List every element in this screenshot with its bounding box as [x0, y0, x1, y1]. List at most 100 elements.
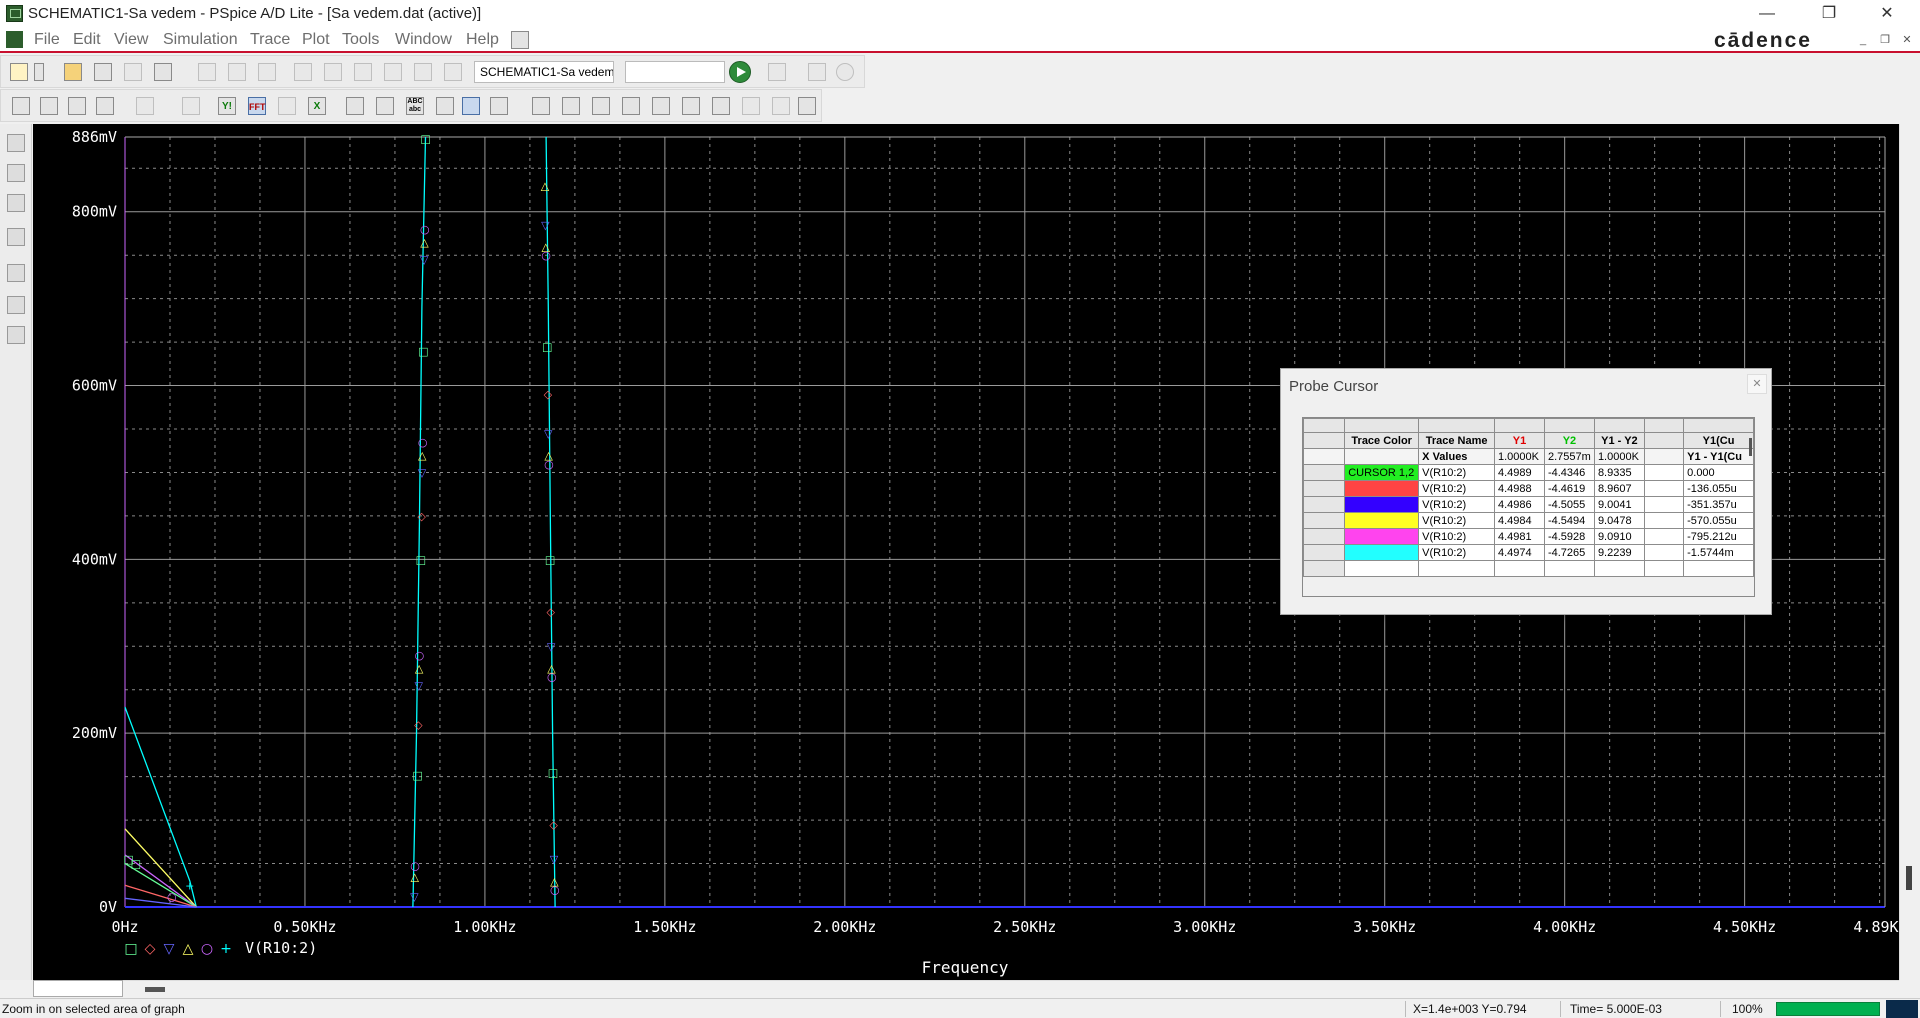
cursor-search-icon[interactable]: [711, 96, 731, 116]
bias-icon[interactable]: [413, 62, 433, 82]
probe-column-header[interactable]: Y2: [1543, 432, 1595, 449]
new-profile-icon[interactable]: [93, 62, 113, 82]
add-trace-icon[interactable]: [345, 96, 365, 116]
menu-trace[interactable]: Trace: [250, 31, 290, 49]
log-y-icon[interactable]: [181, 96, 201, 116]
netlist-icon[interactable]: [443, 62, 463, 82]
legend-marker[interactable]: △: [183, 941, 194, 957]
probe-window-icon[interactable]: [7, 134, 25, 152]
probe-cursor-close-button[interactable]: ✕: [1747, 374, 1767, 394]
export-excel-icon[interactable]: X: [307, 96, 327, 116]
probe-grid-vscroll[interactable]: [1749, 438, 1752, 456]
probe-row-header[interactable]: [1303, 544, 1346, 561]
mdi-restore-button[interactable]: ❐: [1878, 33, 1892, 47]
y-axis-settings-icon[interactable]: Y!: [217, 96, 237, 116]
zoom-fit-icon[interactable]: [11, 96, 31, 116]
probe-row-header[interactable]: [1303, 528, 1346, 545]
mark-data-icon[interactable]: [435, 96, 455, 116]
probe-column-header[interactable]: Y1 - Y2: [1593, 432, 1645, 449]
trace-color-swatch[interactable]: [1344, 512, 1420, 529]
probe-column-header[interactable]: Y1(Cu: [1683, 432, 1754, 449]
redo-icon[interactable]: [323, 62, 343, 82]
performance-analysis-icon[interactable]: [277, 96, 297, 116]
cut-icon[interactable]: [197, 62, 217, 82]
cursor-prev-transition-icon[interactable]: [771, 96, 791, 116]
legend-marker[interactable]: ◇: [145, 941, 156, 957]
fft-icon[interactable]: FFT: [247, 96, 267, 116]
cursor-trough-icon[interactable]: [561, 96, 581, 116]
simulation-profile-select[interactable]: [625, 61, 725, 83]
trace-color-swatch[interactable]: [1344, 480, 1420, 497]
probe-column-header[interactable]: Y1: [1494, 432, 1545, 449]
eval-measurement-icon[interactable]: [375, 96, 395, 116]
close-button[interactable]: ✕: [1864, 0, 1910, 28]
vertical-scrollbar[interactable]: [1899, 124, 1920, 980]
new-dropdown-icon[interactable]: [33, 62, 53, 82]
zoom-area-icon[interactable]: [95, 96, 115, 116]
trace-color-swatch[interactable]: [1344, 544, 1420, 561]
cursor-point-icon[interactable]: [681, 96, 701, 116]
menu-window[interactable]: Window: [395, 31, 452, 49]
trace-color-swatch[interactable]: CURSOR 1,2: [1344, 464, 1420, 481]
cursor-peak-icon[interactable]: [531, 96, 551, 116]
pause-icon[interactable]: [807, 62, 827, 82]
cursor-max-icon[interactable]: [651, 96, 671, 116]
probe-column-header[interactable]: Trace Color: [1344, 432, 1420, 449]
legend-marker[interactable]: □: [124, 941, 137, 957]
minimize-button[interactable]: —: [1744, 0, 1790, 28]
probe-trace-row[interactable]: V(R10:2) 4.4974 -4.7265 9.2239 -1.5744m: [1303, 544, 1754, 561]
run-simulation-button[interactable]: [729, 61, 751, 83]
open-icon[interactable]: [63, 62, 83, 82]
probe-row-header[interactable]: [1303, 496, 1346, 513]
legend-marker[interactable]: +: [220, 941, 232, 957]
add-plot-icon[interactable]: [7, 264, 25, 282]
probe-row-header[interactable]: [1303, 464, 1346, 481]
restore-button[interactable]: ❐: [1806, 0, 1852, 28]
probe-cursor-grid[interactable]: Trace Color Trace Name Y1 Y2 Y1 - Y2 Y1(Cu X V…: [1302, 417, 1755, 597]
probe-cursor-window[interactable]: Probe Cursor ✕ Trace Color Trace Name Y1 Y2…: [1280, 368, 1772, 615]
active-schematic-box[interactable]: SCHEMATIC1-Sa vedem: [474, 61, 614, 83]
probe-trace-row[interactable]: V(R10:2) 4.4988 -4.4619 8.9607 -136.055u: [1303, 480, 1754, 497]
menu-help[interactable]: Help: [466, 31, 499, 49]
cursor-min-icon[interactable]: [621, 96, 641, 116]
menu-edit[interactable]: Edit: [73, 31, 101, 49]
probe-row-header[interactable]: [1303, 480, 1346, 497]
mdi-minimize-button[interactable]: _: [1856, 33, 1870, 47]
menu-view[interactable]: View: [114, 31, 148, 49]
tile-windows-icon[interactable]: [511, 31, 529, 49]
vertical-scroll-thumb[interactable]: [1906, 866, 1912, 890]
print-icon[interactable]: [153, 62, 173, 82]
trace-line[interactable]: [124, 706, 197, 908]
menu-tools[interactable]: Tools: [342, 31, 379, 49]
simulation-results-icon[interactable]: [7, 194, 25, 212]
probe-column-header[interactable]: Trace Name: [1418, 432, 1495, 449]
menu-plot[interactable]: Plot: [302, 31, 330, 49]
horizontal-scroll-thumb[interactable]: [145, 987, 165, 992]
paste-icon[interactable]: [257, 62, 277, 82]
probe-icon[interactable]: [383, 62, 403, 82]
edit-profile-icon[interactable]: [767, 62, 787, 82]
menu-file[interactable]: File: [34, 31, 60, 49]
edit-settings-icon[interactable]: [7, 296, 25, 314]
stop-icon[interactable]: [835, 62, 855, 82]
legend-marker[interactable]: ▽: [164, 941, 175, 957]
new-file-icon[interactable]: [9, 62, 29, 82]
horizontal-scrollbar[interactable]: [33, 980, 1899, 997]
document-icon[interactable]: [6, 31, 23, 48]
options-icon[interactable]: [7, 326, 25, 344]
log-x-icon[interactable]: [135, 96, 155, 116]
trace-color-swatch[interactable]: [1344, 528, 1420, 545]
legend-marker[interactable]: ○: [201, 941, 213, 957]
probe-trace-row[interactable]: CURSOR 1,2 V(R10:2) 4.4989 -4.4346 8.9335 0.0…: [1303, 464, 1754, 481]
probe-column-header[interactable]: [1643, 432, 1685, 449]
zoom-out-icon[interactable]: [67, 96, 87, 116]
label-text-icon[interactable]: ABC abc: [405, 96, 425, 116]
probe-trace-row[interactable]: V(R10:2) 4.4981 -4.5928 9.0910 -795.212u: [1303, 528, 1754, 545]
toggle-cursor-icon[interactable]: [461, 96, 481, 116]
cursor-next-transition-icon[interactable]: [741, 96, 761, 116]
probe-row-header[interactable]: [1303, 512, 1346, 529]
mdi-close-button[interactable]: ✕: [1900, 33, 1914, 47]
design-icon[interactable]: [353, 62, 373, 82]
trace-color-swatch[interactable]: [1344, 496, 1420, 513]
probe-trace-row[interactable]: V(R10:2) 4.4986 -4.5055 9.0041 -351.357u: [1303, 496, 1754, 513]
